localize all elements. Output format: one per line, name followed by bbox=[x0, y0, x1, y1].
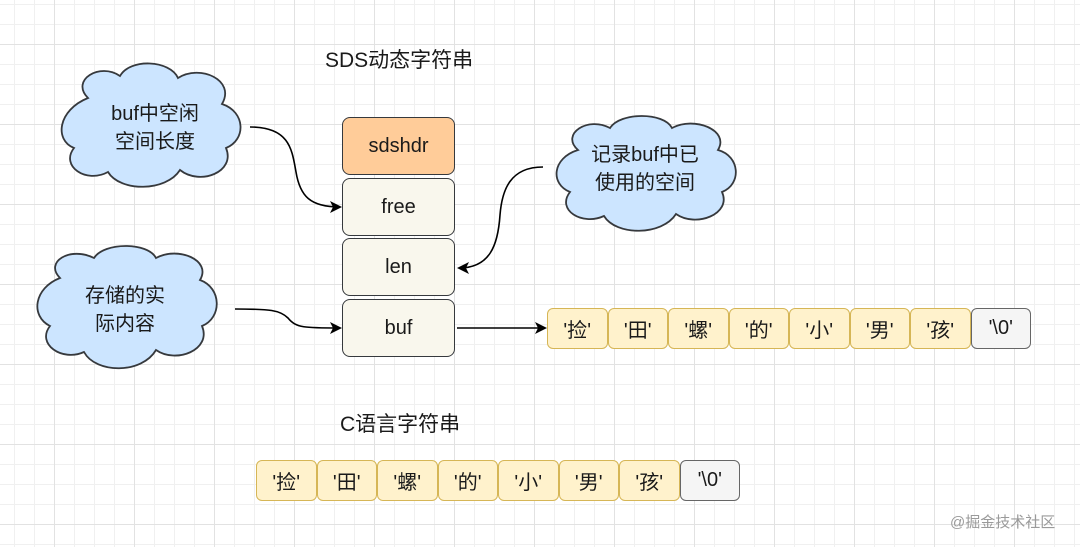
sdshdr-label: sdshdr bbox=[368, 134, 429, 157]
array-cell: '小' bbox=[789, 308, 850, 349]
array-cell: '的' bbox=[437, 460, 498, 501]
free-box: free bbox=[342, 178, 455, 236]
array-cell: '男' bbox=[849, 308, 910, 349]
array-cell: '田' bbox=[316, 460, 377, 501]
arrow-free bbox=[249, 126, 342, 213]
cloud-buf-text: 存储的实 际内容 bbox=[60, 282, 190, 338]
cloud-free-line2: 空间长度 bbox=[115, 131, 195, 153]
watermark: @掘金技术社区 bbox=[950, 514, 1056, 531]
buf-label: buf bbox=[384, 316, 413, 339]
sds-buf-array: '捡' '田' '螺' '的' '小' '男' '孩' '\0' bbox=[547, 308, 1031, 349]
array-cell: '螺' bbox=[377, 460, 438, 501]
array-cell: '小' bbox=[498, 460, 559, 501]
len-label: len bbox=[385, 255, 412, 278]
null-terminator-cell: '\0' bbox=[970, 308, 1031, 349]
cloud-len-line1: 记录buf中已 bbox=[591, 144, 699, 166]
c-string-title: C语言字符串 bbox=[340, 413, 461, 436]
sds-title: SDS动态字符串 bbox=[325, 49, 474, 72]
null-terminator-cell: '\0' bbox=[679, 460, 740, 501]
array-cell: '孩' bbox=[619, 460, 680, 501]
cloud-len-line2: 使用的空间 bbox=[595, 172, 695, 194]
sdshdr-box: sdshdr bbox=[342, 117, 455, 175]
array-cell: '螺' bbox=[668, 308, 729, 349]
array-cell: '男' bbox=[558, 460, 619, 501]
buf-box: buf bbox=[342, 299, 455, 357]
cloud-free-line1: buf中空闲 bbox=[111, 103, 199, 125]
array-cell: '捡' bbox=[547, 308, 608, 349]
free-label: free bbox=[381, 195, 416, 218]
cloud-len-text: 记录buf中已 使用的空间 bbox=[580, 141, 710, 197]
c-string-array: '捡' '田' '螺' '的' '小' '男' '孩' '\0' bbox=[256, 460, 740, 501]
array-cell: '捡' bbox=[256, 460, 317, 501]
cloud-buf-line2: 际内容 bbox=[95, 313, 155, 335]
len-box: len bbox=[342, 238, 455, 296]
arrow-buf bbox=[234, 308, 342, 334]
arrow-len bbox=[457, 166, 544, 274]
cloud-buf-line1: 存储的实 bbox=[85, 285, 165, 307]
array-cell: '田' bbox=[607, 308, 668, 349]
array-cell: '孩' bbox=[910, 308, 971, 349]
array-cell: '的' bbox=[728, 308, 789, 349]
cloud-free-text: buf中空闲 空间长度 bbox=[90, 100, 220, 156]
